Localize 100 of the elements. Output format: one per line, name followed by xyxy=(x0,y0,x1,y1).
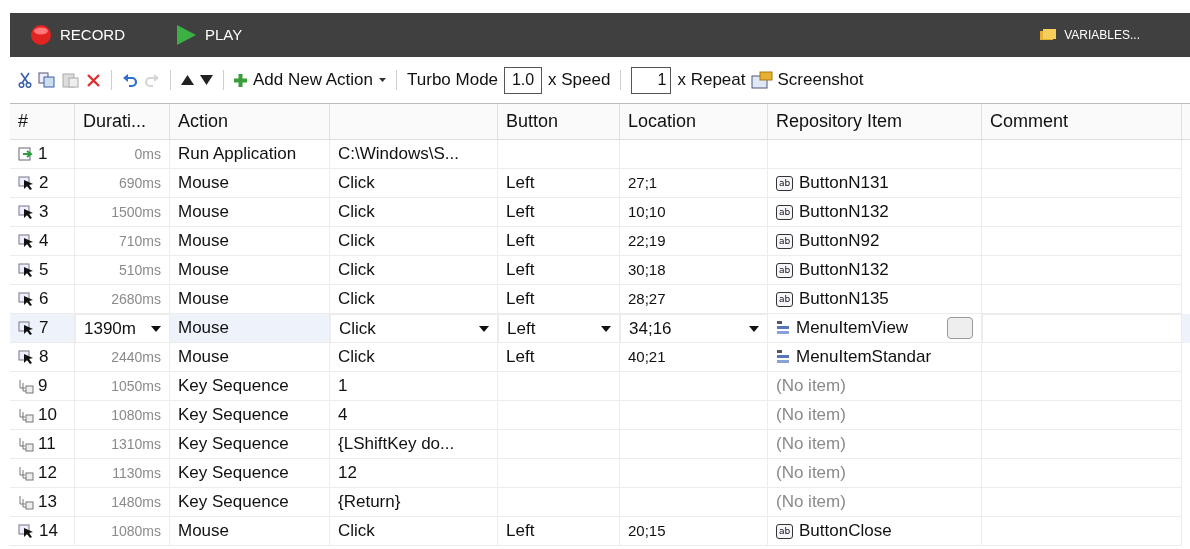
duration-text: 1080ms xyxy=(111,521,161,541)
mouse-button-text: Left xyxy=(507,317,536,340)
delete-icon[interactable] xyxy=(86,72,101,88)
row-number: 13 xyxy=(38,491,57,514)
action-text: Key Sequence xyxy=(178,462,289,485)
key-sequence-icon xyxy=(18,494,34,510)
row-number: 9 xyxy=(38,375,48,398)
table-row[interactable]: 4 710ms Mouse Click Left 22;19 ab ButtonN92 xyxy=(10,227,1190,256)
column-header[interactable]: Location xyxy=(628,108,697,135)
action-detail: 4 xyxy=(338,404,348,427)
duration-text: 1500ms xyxy=(111,202,161,222)
action-detail: {LShiftKey do... xyxy=(338,433,455,456)
action-text: Mouse xyxy=(178,230,230,253)
play-icon xyxy=(175,24,197,46)
add-new-action-button[interactable]: Add New Action xyxy=(234,67,386,93)
table-row[interactable]: 10 1080ms Key Sequence 4 (No item) xyxy=(10,401,1190,430)
key-sequence-icon xyxy=(18,378,34,394)
undo-icon[interactable] xyxy=(122,72,138,88)
cursor-icon xyxy=(18,262,35,278)
repeat-label: x Repeat xyxy=(677,69,746,92)
play-button[interactable]: PLAY xyxy=(175,23,243,47)
cursor-icon xyxy=(18,175,35,191)
table-row[interactable]: 14 1080ms Mouse Click Left 20;15 ab ButtonClose xyxy=(10,517,1190,546)
row-number: 6 xyxy=(39,288,49,311)
action-text: Key Sequence xyxy=(178,491,289,514)
repository-item-text: (No item) xyxy=(776,491,846,514)
cursor-icon xyxy=(18,523,35,539)
row-number: 5 xyxy=(39,259,49,282)
action-text: Mouse xyxy=(178,288,230,311)
cursor-icon xyxy=(18,233,35,249)
speed-field[interactable]: 1.0 xyxy=(504,66,543,94)
table-row[interactable]: 11 1310ms Key Sequence {LShiftKey do... (No item) xyxy=(10,430,1190,459)
repository-item-text: MenuItemStandar xyxy=(796,346,932,369)
table-row[interactable]: 3 1500ms Mouse Click Left 10;10 ab ButtonN132 xyxy=(10,198,1190,227)
action-text: Mouse xyxy=(178,520,230,543)
button-element-icon: ab xyxy=(776,262,793,278)
action-text: Key Sequence xyxy=(178,404,289,427)
action-detail: 1 xyxy=(338,375,348,398)
repository-item-text: (No item) xyxy=(776,404,846,427)
location-text: 28;27 xyxy=(628,288,666,309)
action-text: Mouse xyxy=(178,172,230,195)
move-down-icon[interactable] xyxy=(200,75,213,85)
mouse-button-text: Left xyxy=(506,288,535,311)
caret-icon xyxy=(151,325,161,332)
row-number: 2 xyxy=(39,172,49,195)
column-header[interactable]: Button xyxy=(506,108,559,135)
table-row[interactable]: 9 1050ms Key Sequence 1 (No item) xyxy=(10,372,1190,401)
table-row[interactable]: 13 1480ms Key Sequence {Return} (No item) xyxy=(10,488,1190,517)
action-detail: Click xyxy=(338,520,375,543)
repository-item-text: ButtonN92 xyxy=(799,230,880,253)
action-detail: Click xyxy=(339,317,376,340)
repository-item-text: ButtonN135 xyxy=(799,288,889,311)
column-header[interactable]: # xyxy=(18,108,28,135)
repository-item-text: ButtonClose xyxy=(799,520,892,543)
row-number: 3 xyxy=(39,201,49,224)
duration-text: 510ms xyxy=(118,260,161,280)
caret-icon xyxy=(601,325,611,332)
screenshot-button[interactable]: Screenshot xyxy=(751,67,864,93)
table-row[interactable]: 8 2440ms Mouse Click Left 40;21 MenuItemStandar xyxy=(10,343,1190,372)
screenshot-icon xyxy=(751,71,774,89)
variables-button[interactable]: VARIABLES... xyxy=(1040,26,1140,44)
column-header[interactable]: Comment xyxy=(990,108,1069,135)
move-up-icon[interactable] xyxy=(181,75,194,85)
copy-icon[interactable] xyxy=(38,72,56,88)
menu-item-icon xyxy=(776,349,790,365)
browse-button[interactable] xyxy=(947,317,973,339)
table-row[interactable]: 1 0ms Run Application C:\Windows\S... xyxy=(10,140,1190,169)
duration-text: 1310ms xyxy=(111,434,161,454)
table-row[interactable]: 7 1390m Mouse Click Left 34;16 MenuItemView xyxy=(10,314,1190,343)
folder-icon xyxy=(1040,29,1057,41)
duration-text: 2680ms xyxy=(111,289,161,309)
action-detail: Click xyxy=(338,259,375,282)
key-sequence-icon xyxy=(18,436,34,452)
mouse-button-text: Left xyxy=(506,230,535,253)
record-button[interactable]: RECORD xyxy=(30,23,125,47)
row-number: 14 xyxy=(39,520,58,543)
location-text: 27;1 xyxy=(628,172,658,193)
column-header[interactable]: Durati... xyxy=(83,108,147,135)
table-row[interactable]: 5 510ms Mouse Click Left 30;18 ab ButtonN132 xyxy=(10,256,1190,285)
duration-text: 710ms xyxy=(118,231,161,251)
repository-item-text: ButtonN131 xyxy=(799,172,889,195)
action-detail: 12 xyxy=(338,462,357,485)
action-detail: C:\Windows\S... xyxy=(338,143,459,166)
location-text: 22;19 xyxy=(628,230,666,251)
table-row[interactable]: 12 1130ms Key Sequence 12 (No item) xyxy=(10,459,1190,488)
repository-item-text: ButtonN132 xyxy=(799,201,889,224)
action-detail: Click xyxy=(338,346,375,369)
cut-icon[interactable] xyxy=(18,72,32,88)
column-header[interactable]: Repository Item xyxy=(776,108,903,135)
location-text: 20;15 xyxy=(628,520,666,541)
button-element-icon: ab xyxy=(776,523,793,539)
action-text: Key Sequence xyxy=(178,433,289,456)
repeat-field[interactable]: 1 xyxy=(631,66,672,94)
column-header[interactable]: Action xyxy=(178,108,229,135)
record-icon xyxy=(30,24,52,46)
action-detail: Click xyxy=(338,288,375,311)
duration-text: 1050ms xyxy=(111,376,161,396)
turbo-mode-label: Turbo Mode xyxy=(407,69,499,92)
table-row[interactable]: 2 690ms Mouse Click Left 27;1 ab ButtonN131 xyxy=(10,169,1190,198)
location-text: 34;16 xyxy=(629,317,672,340)
